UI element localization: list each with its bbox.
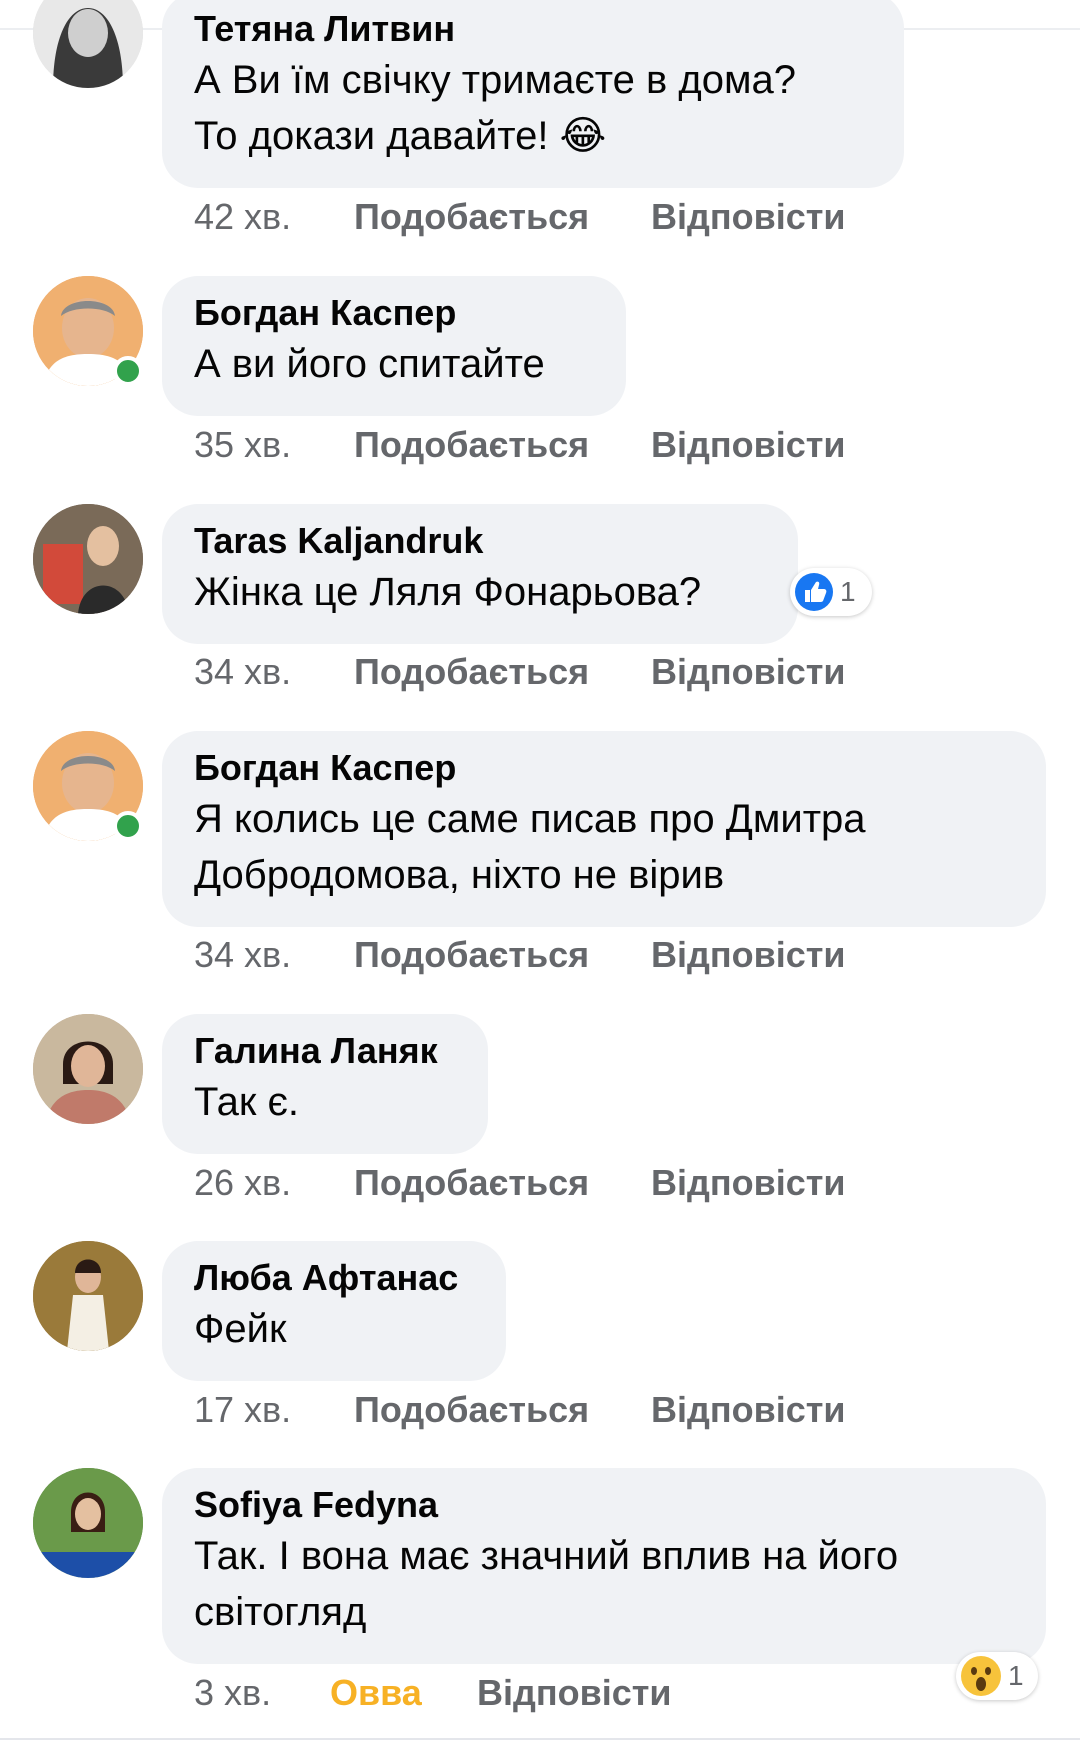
comment-actions: 26 хв. Подобається Відповісти [194, 1162, 846, 1204]
bottom-divider [0, 1738, 1080, 1740]
comment-text-line: Фейк [194, 1307, 287, 1351]
comment-time[interactable]: 42 хв. [194, 196, 354, 238]
comment-time[interactable]: 3 хв. [194, 1672, 330, 1714]
comment-actions: 35 хв. Подобається Відповісти [194, 424, 846, 466]
online-status-icon [113, 356, 143, 386]
like-button[interactable]: Подобається [354, 1389, 651, 1431]
avatar[interactable] [33, 276, 143, 386]
online-status-icon [113, 811, 143, 841]
comment-actions: 17 хв. Подобається Відповісти [194, 1389, 846, 1431]
like-button[interactable]: Подобається [354, 651, 651, 693]
comment-author[interactable]: Люба Афтанас [194, 1255, 472, 1301]
comment-author[interactable]: Богдан Каспер [194, 290, 592, 336]
reaction-count: 1 [1008, 1660, 1024, 1691]
comment-text-line: Я колись це саме писав про Дмитра [194, 797, 866, 841]
comment-bubble: Люба Афтанас Фейк [162, 1241, 506, 1381]
avatar[interactable] [33, 1241, 143, 1351]
comment-text-line: Жінка це Ляля Фонарьова? [194, 570, 702, 614]
comment-text-line: Так є. [194, 1080, 300, 1124]
reply-button[interactable]: Відповісти [651, 1162, 846, 1204]
comment-author[interactable]: Богдан Каспер [194, 745, 1012, 791]
comment-bubble: Богдан Каспер А ви його спитайте [162, 276, 626, 416]
comment-bubble: Sofiya Fedyna Так. І вона має значний вп… [162, 1468, 1046, 1664]
comment-text-line: Так. І вона має значний вплив на його [194, 1534, 899, 1578]
comment-author[interactable]: Taras Kaljandruk [194, 518, 764, 564]
comment-actions: 3 хв. Овва Відповісти [194, 1672, 672, 1714]
reaction-summary[interactable]: 1 [790, 568, 872, 616]
avatar[interactable] [33, 1468, 143, 1578]
comment-text-line: А ви його спитайте [194, 342, 545, 386]
comment-actions: 34 хв. Подобається Відповісти [194, 651, 846, 693]
comment-bubble: Галина Ланяк Так є. [162, 1014, 488, 1154]
reply-button[interactable]: Відповісти [651, 651, 846, 693]
wow-reaction-button[interactable]: Овва [330, 1672, 477, 1714]
comment-time[interactable]: 34 хв. [194, 651, 354, 693]
comment-author[interactable]: Sofiya Fedyna [194, 1482, 1012, 1528]
reaction-count: 1 [840, 576, 856, 607]
avatar[interactable] [33, 731, 143, 841]
avatar[interactable] [33, 1014, 143, 1124]
comment-actions: 34 хв. Подобається Відповісти [194, 934, 846, 976]
reply-button[interactable]: Відповісти [651, 424, 846, 466]
like-button[interactable]: Подобається [354, 196, 651, 238]
like-button[interactable]: Подобається [354, 424, 651, 466]
comment-time[interactable]: 34 хв. [194, 934, 354, 976]
comment-bubble: Богдан Каспер Я колись це саме писав про… [162, 731, 1046, 927]
comment-text-line: А Ви їм свічку тримаєте в дома? [194, 58, 796, 102]
avatar[interactable] [33, 504, 143, 614]
comment-time[interactable]: 17 хв. [194, 1389, 354, 1431]
reply-button[interactable]: Відповісти [477, 1672, 672, 1714]
like-icon [795, 573, 833, 611]
reply-button[interactable]: Відповісти [651, 934, 846, 976]
reaction-summary[interactable]: 1 [956, 1652, 1038, 1700]
comment-text-line: Добродомова, ніхто не вірив [194, 853, 725, 897]
reply-button[interactable]: Відповісти [651, 1389, 846, 1431]
wow-icon [961, 1656, 1001, 1696]
like-button[interactable]: Подобається [354, 1162, 651, 1204]
comment-bubble: Taras Kaljandruk Жінка це Ляля Фонарьова… [162, 504, 798, 644]
comment-time[interactable]: 26 хв. [194, 1162, 354, 1204]
comment-time[interactable]: 35 хв. [194, 424, 354, 466]
comment-bubble: Тетяна Литвин А Ви їм свічку тримаєте в … [162, 0, 904, 188]
comment-text-line: світогляд [194, 1590, 367, 1634]
like-button[interactable]: Подобається [354, 934, 651, 976]
avatar[interactable] [33, 0, 143, 88]
comment-text-line: То докази давайте! 😂 [194, 114, 607, 158]
reply-button[interactable]: Відповісти [651, 196, 846, 238]
comment-author[interactable]: Тетяна Литвин [194, 6, 870, 52]
comment-author[interactable]: Галина Ланяк [194, 1028, 454, 1074]
comment-actions: 42 хв. Подобається Відповісти [194, 196, 846, 238]
